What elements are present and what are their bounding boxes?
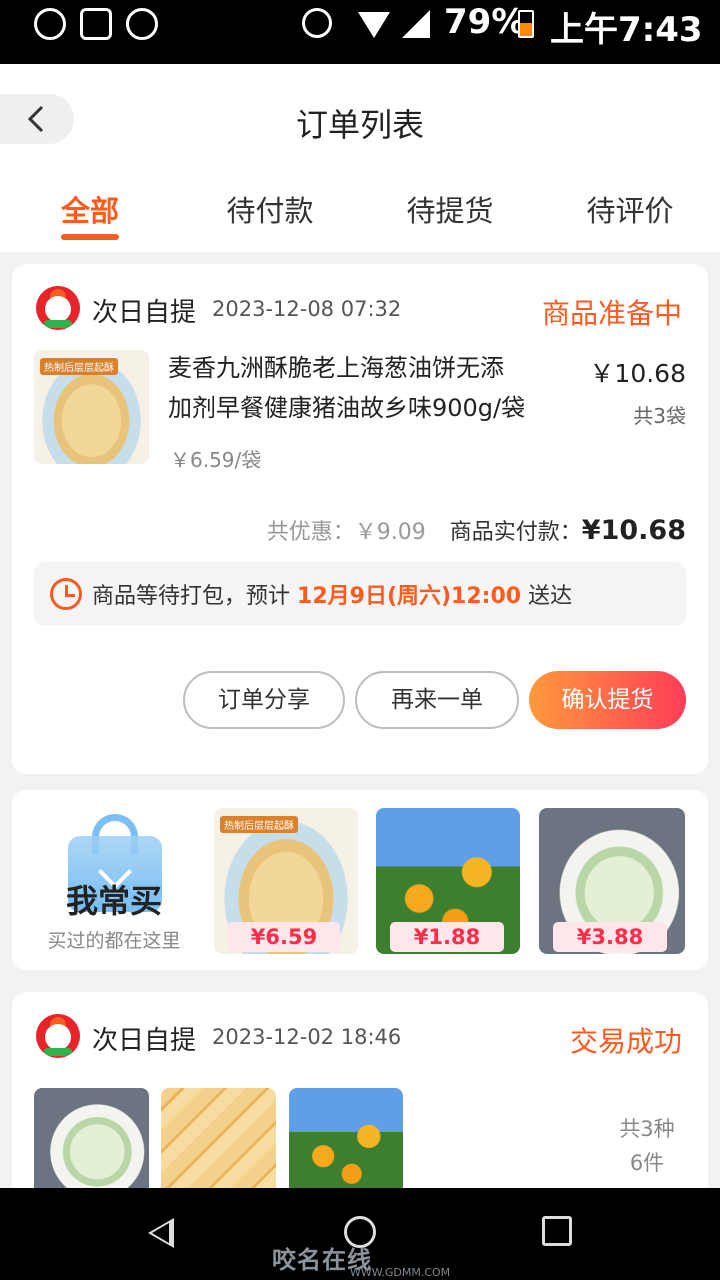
store-name: 次日自提 — [92, 1026, 197, 1056]
thumbnail-tag: 热制后层层起酥 — [40, 358, 118, 375]
store-logo — [36, 1014, 80, 1058]
store-logo — [36, 286, 80, 330]
system-navigation-bar: 咬名在线 WWW.GDMM.COM — [0, 1188, 720, 1280]
phone-icon — [126, 8, 158, 40]
product-thumbnail[interactable] — [161, 1088, 276, 1198]
item-price: ￥10.68 — [589, 359, 686, 388]
tab-pending-review[interactable]: 待评价 — [560, 188, 700, 230]
app-header: 订单列表 全部 待付款 待提货 待评价 — [0, 64, 720, 252]
product-price: ¥1.88 — [390, 922, 504, 952]
delivery-time: 12月9日(周六)12:00 — [297, 584, 522, 609]
clock-time: 上午7:43 — [550, 10, 703, 50]
tab-pending-pickup[interactable]: 待提货 — [380, 188, 520, 230]
confirm-pickup-button[interactable]: 确认提货 — [529, 671, 686, 729]
payment-summary: 共优惠：￥9.09 商品实付款：¥10.68 — [266, 515, 686, 546]
tab-all[interactable]: 全部 — [20, 188, 160, 230]
signal-icon — [402, 10, 430, 38]
reorder-button[interactable]: 再来一单 — [355, 671, 519, 729]
order-card[interactable]: 次日自提 2023-12-02 18:46 交易成功 共3种 6件 — [12, 992, 708, 1212]
order-status: 商品准备中 — [542, 297, 683, 330]
order-status: 交易成功 — [570, 1025, 683, 1058]
order-time: 2023-12-02 18:46 — [212, 1025, 402, 1049]
product-name[interactable]: 麦香九洲酥脆老上海葱油饼无添 加剂早餐健康猪油故乡味900g/袋 — [168, 348, 578, 428]
paid-amount: ¥10.68 — [581, 515, 686, 546]
battery-percent: 79% — [444, 2, 526, 42]
product-thumbnail[interactable]: 热制后层层起酥 — [34, 350, 149, 464]
delivery-notice: 商品等待打包，预计 12月9日(周六)12:00 送达 — [34, 562, 686, 626]
active-tab-indicator — [61, 234, 119, 240]
nav-back-icon[interactable] — [148, 1218, 174, 1248]
discount-amount: ￥9.09 — [354, 520, 426, 545]
product-price: ¥3.88 — [553, 922, 667, 952]
alarm-icon — [302, 8, 332, 38]
wifi-icon — [358, 12, 390, 38]
no-call-icon — [34, 8, 66, 40]
product-price: ¥6.59 — [228, 922, 340, 952]
nav-recent-apps-icon[interactable] — [542, 1216, 572, 1246]
product-thumbnail[interactable] — [289, 1088, 403, 1198]
frequently-bought-card[interactable]: 我常买 买过的都在这里 热制后层层起酥 ¥6.59 ¥1.88 ¥3.88 — [12, 790, 708, 970]
unit-price: ￥6.59/袋 — [170, 448, 262, 472]
status-bar: 79% 上午7:43 — [0, 0, 720, 64]
pulse-icon — [80, 8, 112, 40]
store-name: 次日自提 — [92, 298, 197, 328]
share-order-button[interactable]: 订单分享 — [183, 671, 345, 729]
frequent-title: 我常买 — [65, 882, 162, 920]
frequent-product-1[interactable]: 热制后层层起酥 ¥6.59 — [214, 808, 358, 954]
frequent-subtitle: 买过的都在这里 — [47, 930, 181, 952]
battery-charging-icon — [518, 10, 534, 38]
frequent-product-2[interactable]: ¥1.88 — [376, 808, 520, 954]
product-thumbnail[interactable] — [34, 1088, 149, 1198]
watermark-url: WWW.GDMM.COM — [350, 1266, 451, 1279]
order-time: 2023-12-08 07:32 — [212, 297, 402, 321]
thumbnail-tag: 热制后层层起酥 — [220, 816, 298, 833]
page-title: 订单列表 — [295, 106, 424, 144]
tab-pending-payment[interactable]: 待付款 — [200, 188, 340, 230]
order-item-count: 共3种 6件 — [619, 1117, 675, 1175]
item-quantity: 共3袋 — [633, 404, 686, 428]
clock-icon — [50, 578, 82, 610]
order-card[interactable]: 次日自提 2023-12-08 07:32 商品准备中 热制后层层起酥 麦香九洲… — [12, 264, 708, 774]
frequent-product-3[interactable]: ¥3.88 — [539, 808, 685, 954]
